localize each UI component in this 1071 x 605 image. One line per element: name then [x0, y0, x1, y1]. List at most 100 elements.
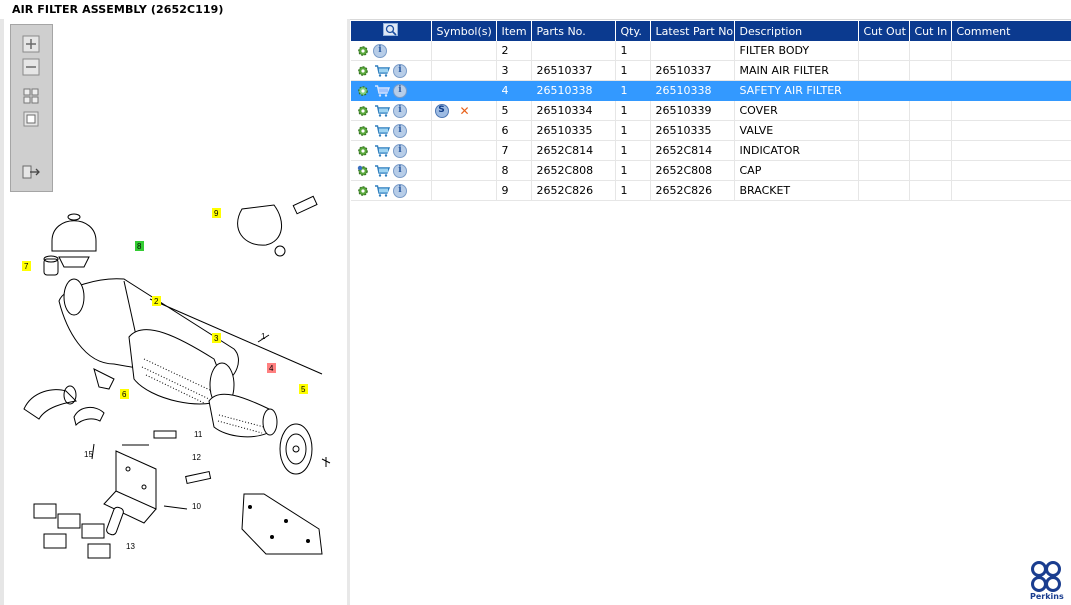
cut-in-cell	[909, 160, 952, 181]
actual-size-button[interactable]	[18, 110, 44, 128]
cut-out-cell	[858, 160, 910, 181]
gear-icon[interactable]	[356, 64, 370, 78]
symbols-cell	[431, 80, 497, 101]
column-header-tools[interactable]	[351, 21, 432, 41]
cut-in-cell	[909, 140, 952, 161]
parts-no-cell: 2652C808	[531, 160, 616, 181]
column-header-item[interactable]: Item	[496, 21, 532, 41]
description-cell: COVER	[734, 100, 859, 121]
gear-icon[interactable]	[356, 124, 370, 138]
qty-cell: 1	[615, 41, 651, 61]
item-cell: 7	[496, 140, 532, 161]
item-cell: 2	[496, 41, 532, 61]
parts-no-cell: 26510337	[531, 60, 616, 81]
column-header-symbols[interactable]: Symbol(s)	[431, 21, 497, 41]
comment-cell	[951, 160, 1071, 181]
gear-icon[interactable]	[356, 144, 370, 158]
callout-7: 7	[24, 262, 29, 271]
symbols-cell	[431, 180, 497, 201]
info-icon[interactable]: i	[393, 163, 407, 178]
gear-icon[interactable]	[356, 184, 370, 198]
cart-icon[interactable]	[373, 84, 390, 98]
zoom-toolbar	[10, 24, 53, 192]
zoom-in-button[interactable]	[18, 35, 44, 53]
qty-cell: 1	[615, 100, 651, 121]
fit-all-button[interactable]	[18, 87, 44, 105]
info-icon[interactable]: i	[393, 103, 407, 118]
cross-icon[interactable]: ✕	[458, 104, 472, 118]
gears-icon[interactable]	[356, 164, 370, 178]
column-header-latest-part-no[interactable]: Latest Part No.	[650, 21, 735, 41]
diagram-pane[interactable]: 9 8 7 2 3 1 4 5 6 11 12 10 13 15	[4, 19, 348, 605]
callout-1: 1	[261, 332, 266, 341]
pane-splitter[interactable]	[347, 19, 350, 605]
info-icon[interactable]: i	[393, 63, 407, 78]
cut-out-cell	[858, 180, 910, 201]
comment-cell	[951, 100, 1071, 121]
info-icon[interactable]: i	[393, 143, 407, 158]
latest-part-no-cell: 26510335	[650, 120, 735, 141]
description-cell: MAIN AIR FILTER	[734, 60, 859, 81]
row-actions: i	[351, 180, 432, 201]
parts-no-cell: 26510334	[531, 100, 616, 121]
callout-3: 3	[214, 334, 219, 343]
qty-cell: 1	[615, 180, 651, 201]
column-header-comment[interactable]: Comment	[951, 21, 1071, 41]
gear-icon[interactable]	[356, 44, 370, 58]
column-header-parts-no[interactable]: Parts No.	[531, 21, 616, 41]
row-actions: i	[351, 120, 432, 141]
parts-no-cell: 26510335	[531, 120, 616, 141]
row-actions: i	[351, 60, 432, 81]
info-icon[interactable]: i	[393, 123, 407, 138]
cut-out-cell	[858, 60, 910, 81]
cut-in-cell	[909, 100, 952, 121]
info-icon[interactable]: i	[393, 183, 407, 198]
qty-cell: 1	[615, 160, 651, 181]
cut-out-cell	[858, 140, 910, 161]
description-cell: VALVE	[734, 120, 859, 141]
column-header-cut-in[interactable]: Cut In	[909, 21, 952, 41]
table-row[interactable]: i 3 26510337 1 26510337 MAIN AIR FILTER	[351, 60, 1071, 81]
cut-out-cell	[858, 80, 910, 101]
cart-icon[interactable]	[373, 164, 390, 178]
table-row[interactable]: i 9 2652C826 1 2652C826 BRACKET	[351, 180, 1071, 201]
gear-icon[interactable]	[356, 104, 370, 118]
info-icon[interactable]: i	[393, 83, 407, 98]
zoom-out-button[interactable]	[18, 58, 44, 76]
table-header-row: Symbol(s) Item Parts No. Qty. Latest Par…	[351, 21, 1071, 41]
column-header-qty[interactable]: Qty.	[615, 21, 651, 41]
cut-in-cell	[909, 60, 952, 81]
cart-icon[interactable]	[373, 104, 390, 118]
table-row[interactable]: i 2 1 FILTER BODY	[351, 41, 1071, 61]
item-cell: 8	[496, 160, 532, 181]
parts-table: Symbol(s) Item Parts No. Qty. Latest Par…	[351, 21, 1071, 201]
gear-icon[interactable]	[356, 84, 370, 98]
table-row[interactable]: i 6 26510335 1 26510335 VALVE	[351, 120, 1071, 141]
latest-part-no-cell: 26510337	[650, 60, 735, 81]
comment-cell	[951, 41, 1071, 61]
cut-in-cell	[909, 120, 952, 141]
table-row[interactable]: i 7 2652C814 1 2652C814 INDICATOR	[351, 140, 1071, 161]
column-header-description[interactable]: Description	[734, 21, 859, 41]
cart-icon[interactable]	[373, 124, 390, 138]
callout-13: 13	[126, 542, 135, 551]
cart-icon[interactable]	[373, 64, 390, 78]
info-icon[interactable]: i	[373, 43, 387, 58]
cart-icon[interactable]	[373, 144, 390, 158]
column-header-cut-out[interactable]: Cut Out	[858, 21, 910, 41]
callout-12: 12	[192, 453, 201, 462]
s-icon[interactable]: S	[434, 103, 449, 118]
table-row[interactable]: i 4 26510338 1 26510338 SAFETY AIR FILTER	[351, 80, 1071, 101]
table-row[interactable]: i S ✕ 5 26510334 1 26510339 COVER	[351, 100, 1071, 121]
description-cell: CAP	[734, 160, 859, 181]
parts-no-cell	[531, 41, 616, 61]
item-cell: 4	[496, 80, 532, 101]
row-actions: i	[351, 140, 432, 161]
brand-name: Perkins	[1030, 592, 1064, 601]
table-row[interactable]: i 8 2652C808 1 2652C808 CAP	[351, 160, 1071, 181]
row-actions: i	[351, 100, 432, 121]
cart-icon[interactable]	[373, 184, 390, 198]
search-parts-icon[interactable]	[382, 22, 399, 37]
exploded-parts-diagram[interactable]: 9 8 7 2 3 1 4 5 6 11 12 10 13 15	[4, 169, 344, 569]
latest-part-no-cell: 2652C826	[650, 180, 735, 201]
